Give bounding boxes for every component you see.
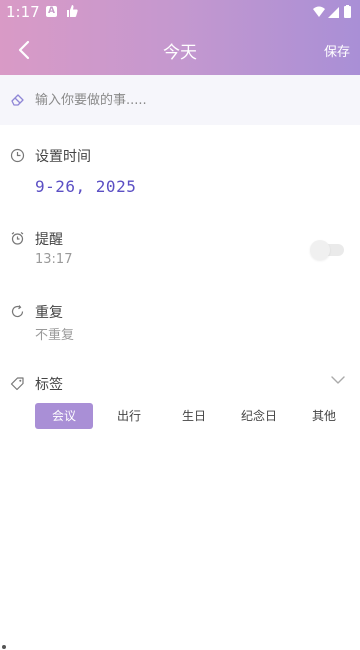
- battery-icon: [344, 6, 351, 18]
- signal-icon: [328, 7, 339, 18]
- app-header: 1:17 A 今天 保存: [0, 0, 360, 75]
- reminder-time: 13:17: [35, 252, 73, 267]
- save-button[interactable]: 保存: [324, 41, 350, 60]
- toggle-knob: [310, 240, 330, 260]
- tag-meeting[interactable]: 会议: [35, 403, 93, 429]
- eraser-icon: [11, 94, 24, 106]
- tag-other[interactable]: 其他: [295, 403, 353, 429]
- tags-label: 标签: [35, 377, 63, 393]
- alarm-icon: [11, 232, 24, 245]
- tag-icon: [10, 377, 24, 391]
- notification-app-icon: A: [46, 6, 57, 17]
- repeat-value[interactable]: 不重复: [35, 324, 74, 343]
- tag-travel[interactable]: 出行: [100, 403, 158, 429]
- back-arrow-icon[interactable]: [14, 39, 36, 61]
- status-time: 1:17: [6, 3, 40, 21]
- status-icons: [313, 5, 351, 18]
- wifi-icon: [313, 6, 325, 17]
- tag-list: 会议 出行 生日 纪念日 其他: [35, 403, 355, 429]
- tag-birthday[interactable]: 生日: [165, 403, 223, 429]
- date-value[interactable]: 9-26, 2025: [35, 177, 136, 196]
- repeat-icon: [11, 305, 24, 318]
- status-bar: 1:17 A: [0, 0, 360, 24]
- tag-anniversary[interactable]: 纪念日: [230, 403, 288, 429]
- thumbs-up-icon: [67, 5, 78, 17]
- bottom-edge-mark: [2, 645, 6, 649]
- todo-input-row: [0, 75, 360, 125]
- repeat-label: 重复: [35, 305, 63, 321]
- reminder-toggle[interactable]: [310, 240, 344, 260]
- chevron-down-icon[interactable]: [330, 374, 346, 386]
- page-title: 今天: [163, 43, 197, 63]
- clock-icon: [10, 148, 25, 163]
- reminder-label: 提醒: [35, 232, 63, 248]
- set-time-label: 设置时间: [35, 149, 91, 165]
- todo-input[interactable]: [35, 89, 335, 111]
